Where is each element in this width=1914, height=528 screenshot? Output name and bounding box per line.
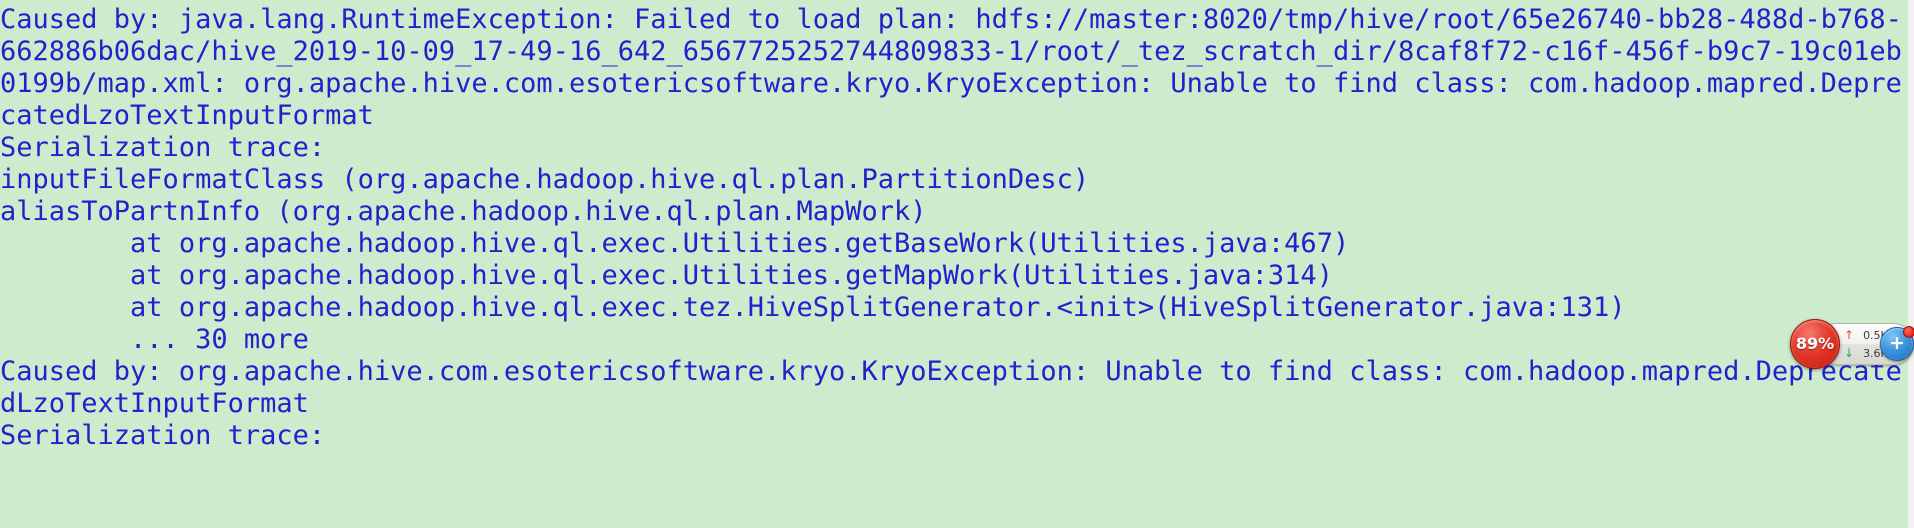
cpu-usage-percent-badge[interactable]: 89% (1790, 319, 1840, 369)
cpu-usage-percent-label: 89% (1795, 334, 1835, 353)
log-output-pane[interactable]: Caused by: java.lang.RuntimeException: F… (0, 0, 1914, 528)
stack-trace-text: Caused by: java.lang.RuntimeException: F… (0, 4, 1902, 451)
add-button[interactable]: + (1880, 326, 1914, 361)
right-gutter (1908, 0, 1914, 528)
arrow-up-icon: ↑ (1844, 328, 1855, 342)
plus-icon: + (1889, 331, 1905, 354)
network-speed-widget[interactable]: 89% ↑ 0.5K/s ↓ 3.6K/s + (1790, 319, 1914, 369)
notification-dot-icon (1903, 326, 1914, 338)
arrow-down-icon: ↓ (1844, 346, 1855, 360)
